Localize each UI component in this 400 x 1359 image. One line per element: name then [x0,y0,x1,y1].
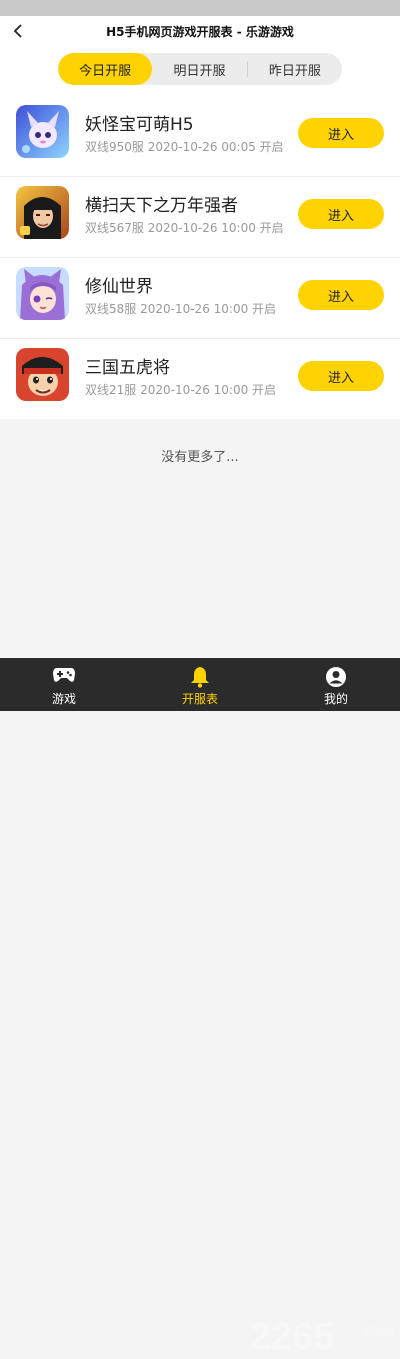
tab-bar-area: 今日开服 明日开服 昨日开服 [0,46,400,96]
status-bar [0,0,400,16]
tab-yesterday[interactable]: 昨日开服 [248,53,342,85]
page-title: H5手机网页游戏开服表 - 乐游游戏 [106,24,294,39]
end-of-list-text: 没有更多了... [161,450,239,465]
server-info: 双线21服 2020-10-26 10:00 开启 [85,383,277,397]
enter-button[interactable]: 进入 [298,361,384,391]
list-item[interactable]: 横扫天下之万年强者 双线567服 2020-10-26 10:00 开启 进入 [0,177,400,258]
list-item[interactable]: 三国五虎将 双线21服 2020-10-26 10:00 开启 进入 [0,339,400,419]
enter-button[interactable]: 进入 [298,199,384,229]
server-info: 双线567服 2020-10-26 10:00 开启 [85,221,284,235]
nav-bar: H5手机网页游戏开服表 - 乐游游戏 [0,16,400,46]
user-icon [291,666,381,688]
tab-today[interactable]: 今日开服 [58,53,153,85]
tabbar-item-me[interactable]: 我的 [291,658,381,711]
bell-icon [155,666,245,688]
game-name: 修仙世界 [85,277,153,297]
watermark-number: 2265 [250,1316,335,1358]
list-item[interactable]: 妖怪宝可萌H5 双线950服 2020-10-26 00:05 开启 进入 [0,96,400,177]
enter-button[interactable]: 进入 [298,118,384,148]
server-info: 双线58服 2020-10-26 10:00 开启 [85,302,277,316]
cute-creature-avatar-icon[interactable] [16,105,69,158]
tabbar-item-servers[interactable]: 开服表 [155,658,245,711]
tabbar-label: 开服表 [181,692,218,706]
gamepad-icon [19,666,109,688]
tabbar-item-games[interactable]: 游戏 [19,658,109,711]
tabbar-label: 我的 [323,692,348,706]
chevron-left-icon [13,24,22,38]
date-tabs: 今日开服 明日开服 昨日开服 [58,53,342,85]
game-name: 妖怪宝可萌H5 [85,115,194,135]
warrior-avatar-icon[interactable] [16,186,69,239]
site-watermark: 2265 手游网 [250,1316,400,1358]
server-list: 妖怪宝可萌H5 双线950服 2020-10-26 00:05 开启 进入 横扫… [0,96,400,419]
list-item[interactable]: 修仙世界 双线58服 2020-10-26 10:00 开启 进入 [0,258,400,339]
server-info: 双线950服 2020-10-26 00:05 开启 [85,140,284,154]
tab-tomorrow[interactable]: 明日开服 [152,53,246,85]
anime-girl-avatar-icon[interactable] [16,267,69,320]
tabbar-label: 游戏 [51,692,76,706]
watermark-site: 手游网 [362,1326,395,1339]
bottom-tab-bar: 游戏 开服表 我的 2265 手游网 [0,658,400,1358]
game-name: 三国五虎将 [85,358,170,378]
enter-button[interactable]: 进入 [298,280,384,310]
back-button[interactable] [8,21,28,41]
three-kingdoms-hero-avatar-icon[interactable] [16,348,69,401]
game-name: 横扫天下之万年强者 [85,196,238,216]
